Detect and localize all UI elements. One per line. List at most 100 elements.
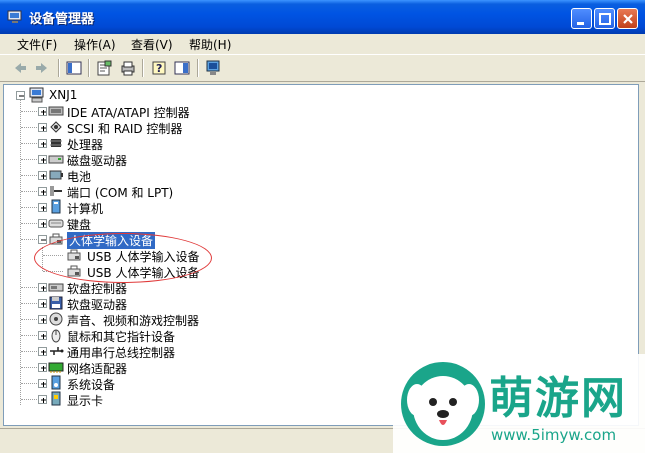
plus-icon [41, 350, 46, 355]
tree-item-label[interactable]: SCSI 和 RAID 控制器 [67, 120, 182, 137]
processor-icon [50, 139, 62, 147]
minimize-button[interactable] [571, 8, 592, 29]
expand-toggle[interactable] [38, 379, 47, 388]
tree-item-label[interactable]: 电池 [67, 168, 91, 185]
keyboard-icon [48, 219, 64, 228]
tree-item-label[interactable]: 计算机 [67, 200, 103, 217]
plus-icon [41, 318, 46, 323]
plus-icon [41, 190, 46, 195]
back-icon[interactable] [12, 60, 28, 76]
tree-line [21, 319, 37, 320]
plus-icon [41, 286, 46, 291]
sound-icon [49, 312, 63, 326]
tree-item-label[interactable]: 通用串行总线控制器 [67, 344, 175, 361]
tree-item-label[interactable]: 网络适配器 [67, 360, 127, 377]
plus-icon [41, 382, 46, 387]
tree-line [20, 99, 21, 405]
plus-icon [41, 206, 46, 211]
maximize-button[interactable] [594, 8, 615, 29]
tree-item-label[interactable]: 鼠标和其它指针设备 [67, 328, 175, 345]
plus-icon [41, 302, 46, 307]
help-icon[interactable]: ? [151, 60, 167, 76]
plus-icon [41, 398, 46, 403]
toolbar-separator [88, 59, 90, 77]
expand-toggle[interactable] [38, 171, 47, 180]
scan-hardware-icon[interactable] [205, 60, 221, 76]
forward-icon[interactable] [34, 60, 50, 76]
properties-icon[interactable] [96, 60, 112, 76]
watermark: 萌游网 www.5imyw.com [393, 354, 645, 453]
tree-item-label[interactable]: 系统设备 [67, 376, 115, 393]
scsi-controller-icon [50, 121, 62, 133]
floppy-drive-icon [49, 296, 63, 310]
plus-icon [41, 110, 46, 115]
expand-toggle[interactable] [38, 155, 47, 164]
plus-icon [41, 158, 46, 163]
expand-toggle[interactable] [38, 347, 47, 356]
tree-line [21, 383, 37, 384]
minimize-icon [577, 22, 584, 25]
close-button[interactable] [617, 8, 638, 29]
menu-action[interactable]: 操作(A) [74, 36, 116, 53]
tree-line [21, 111, 37, 112]
disk-drive-icon [48, 155, 64, 164]
show-action-pane-icon[interactable] [174, 60, 190, 76]
root-collapse-toggle[interactable] [16, 91, 25, 100]
usb-icon [50, 347, 64, 355]
expand-toggle[interactable] [38, 203, 47, 212]
expand-toggle[interactable] [38, 315, 47, 324]
tree-item-label[interactable]: IDE ATA/ATAPI 控制器 [67, 104, 190, 121]
expand-toggle[interactable] [38, 331, 47, 340]
tree-line [21, 303, 37, 304]
tree-line [21, 287, 37, 288]
print-icon[interactable] [120, 60, 136, 76]
port-icon [50, 186, 62, 196]
floppy-controller-icon [48, 283, 64, 292]
annotation-circle [34, 233, 212, 283]
menu-view[interactable]: 查看(V) [131, 36, 173, 53]
tree-item-label[interactable]: 磁盘驱动器 [67, 152, 127, 169]
expand-toggle[interactable] [38, 219, 47, 228]
watermark-url: www.5imyw.com [491, 426, 617, 444]
tree-line [21, 175, 37, 176]
toolbar: ? [0, 54, 645, 82]
expand-toggle[interactable] [38, 395, 47, 404]
tree-line [21, 399, 37, 400]
tree-item-label[interactable]: 显示卡 [67, 392, 103, 409]
tree-item-label[interactable]: 软盘驱动器 [67, 296, 127, 313]
tree-item-label[interactable]: 声音、视频和游戏控制器 [67, 312, 199, 329]
minus-icon [19, 95, 24, 97]
maximize-icon [599, 13, 611, 25]
plus-icon [41, 222, 46, 227]
expand-toggle[interactable] [38, 363, 47, 372]
expand-toggle[interactable] [38, 107, 47, 116]
tree-item-label[interactable]: 处理器 [67, 136, 103, 153]
expand-toggle[interactable] [38, 123, 47, 132]
tree-item-label[interactable]: 键盘 [67, 216, 91, 233]
tree-item-label[interactable]: 端口 (COM 和 LPT) [67, 184, 173, 201]
battery-icon [49, 170, 63, 180]
collapse-toggle[interactable] [38, 235, 47, 244]
window-title: 设备管理器 [29, 12, 95, 27]
plus-icon [41, 126, 46, 131]
title-bar[interactable]: 设备管理器 [0, 0, 645, 34]
menu-file[interactable]: 文件(F) [17, 36, 57, 53]
expand-toggle[interactable] [38, 299, 47, 308]
expand-toggle[interactable] [38, 139, 47, 148]
tree-root-label[interactable]: XNJ1 [49, 88, 77, 102]
display-adapter-icon [51, 391, 61, 406]
expand-toggle[interactable] [38, 187, 47, 196]
svg-text:?: ? [156, 62, 162, 75]
show-hide-tree-icon[interactable] [66, 60, 82, 76]
tree-line [21, 335, 37, 336]
system-device-icon [51, 375, 61, 390]
plus-icon [41, 334, 46, 339]
tree-line [21, 127, 37, 128]
ide-controller-icon [48, 106, 64, 116]
tree-line [21, 143, 37, 144]
computer-icon [51, 199, 61, 214]
expand-toggle[interactable] [38, 283, 47, 292]
tree-line [21, 207, 37, 208]
menu-help[interactable]: 帮助(H) [189, 36, 231, 53]
tree-line [21, 239, 37, 240]
